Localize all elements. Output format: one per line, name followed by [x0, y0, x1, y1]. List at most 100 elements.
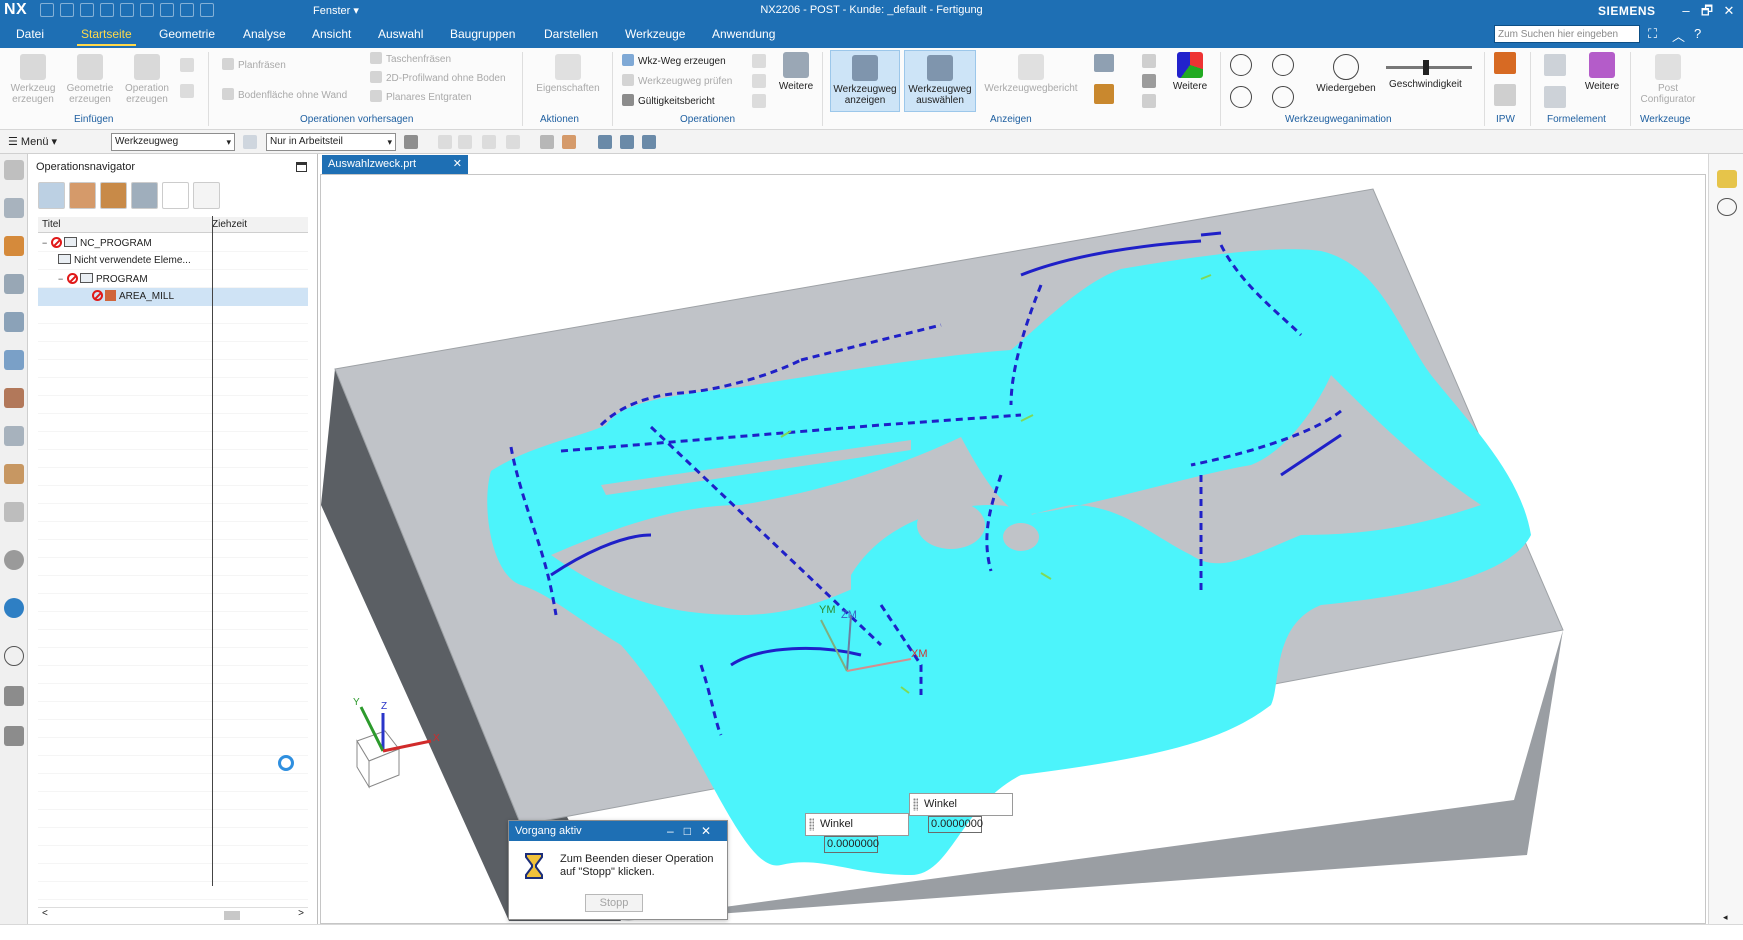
snap-icon[interactable]: [482, 135, 496, 149]
pocket-milling-button[interactable]: Taschenfräsen: [370, 52, 451, 66]
repeat-command-icon[interactable]: [140, 3, 154, 17]
operation-navigator-icon[interactable]: [4, 312, 24, 332]
feature-icon[interactable]: [1544, 86, 1566, 108]
undo-icon[interactable]: [60, 3, 74, 17]
menu-button[interactable]: ☰ Menü ▾: [8, 135, 57, 148]
stop-button[interactable]: Stopp: [585, 894, 643, 912]
tab-startseite[interactable]: Startseite: [77, 27, 136, 46]
window-icon[interactable]: [200, 3, 214, 17]
program-order-view-icon[interactable]: [38, 182, 65, 209]
ops-extra-icon[interactable]: [752, 54, 766, 68]
pause-icon[interactable]: [1272, 54, 1294, 76]
scroll-thumb[interactable]: [224, 911, 240, 920]
create-geometry-button[interactable]: Geometrie erzeugen: [62, 54, 118, 105]
command-search-input[interactable]: Zum Suchen hier eingeben: [1494, 25, 1640, 43]
minimize-button[interactable]: –: [1677, 2, 1695, 20]
machine-tool-navigator-icon[interactable]: [4, 350, 24, 370]
winkel-value-field[interactable]: 0.0000000: [824, 836, 879, 853]
delete-icon[interactable]: [193, 182, 220, 209]
verify-toolpath-button[interactable]: Werkzeugweg prüfen: [622, 74, 732, 88]
winkel-handle-input-1[interactable]: Winkel0.0000000: [909, 793, 1013, 833]
close-button[interactable]: ✕: [1720, 2, 1738, 20]
validity-report-button[interactable]: Gültigkeitsbericht: [622, 94, 715, 108]
navigator-horizontal-scrollbar[interactable]: < >: [38, 907, 308, 921]
machine-tool-view-icon[interactable]: [69, 182, 96, 209]
tab-anwendung[interactable]: Anwendung: [712, 27, 775, 41]
close-document-icon[interactable]: ✕: [453, 155, 462, 174]
selection-intent-icon[interactable]: [404, 135, 418, 149]
window-menu[interactable]: Fenster ▾: [313, 4, 359, 17]
history-icon[interactable]: [4, 550, 24, 570]
hidden-eye-icon[interactable]: [1717, 198, 1737, 216]
show-toolpath-small-icon[interactable]: [598, 135, 612, 149]
feature-icon[interactable]: [1544, 54, 1566, 76]
tree-row-area-mill[interactable]: AREA_MILL: [38, 288, 308, 306]
microphone-icon[interactable]: [160, 3, 174, 17]
generate-toolpath-button[interactable]: Wkz-Weg erzeugen: [622, 54, 726, 68]
properties-button[interactable]: Eigenschaften: [532, 54, 604, 94]
tab-ansicht[interactable]: Ansicht: [312, 27, 351, 41]
graphics-window[interactable]: YM ZM XM Y Z X Winkel0.0000000 Winkel0.0…: [320, 174, 1706, 924]
hd3d-icon[interactable]: [4, 426, 24, 446]
display-more-button[interactable]: Weitere: [1168, 52, 1212, 92]
scroll-right-arrow[interactable]: >: [298, 908, 304, 919]
jump-end-icon[interactable]: [1272, 86, 1294, 108]
tab-baugruppen[interactable]: Baugruppen: [450, 27, 515, 41]
tool-holder-icon[interactable]: [1094, 84, 1114, 104]
planar-deburr-button[interactable]: Planares Entgraten: [370, 90, 472, 104]
column-title[interactable]: Titel: [42, 219, 61, 230]
move-up-icon[interactable]: [1142, 54, 1156, 68]
type-filter-dropdown[interactable]: Werkzeugweg: [111, 133, 235, 151]
assembly-navigator-icon[interactable]: [4, 198, 24, 218]
create-tool-button[interactable]: Werkzeug erzeugen: [6, 54, 60, 105]
dialog-window-controls[interactable]: –□✕: [667, 821, 721, 841]
shaded-icon[interactable]: [562, 135, 576, 149]
tab-datei[interactable]: Datei: [16, 27, 44, 41]
ops-extra-icon[interactable]: [752, 94, 766, 108]
role-icon[interactable]: [4, 726, 24, 746]
tree-row-nc-program[interactable]: − NC_PROGRAM: [42, 234, 282, 252]
redo-icon[interactable]: [80, 3, 94, 17]
tab-darstellen[interactable]: Darstellen: [544, 27, 598, 41]
machining-method-view-icon[interactable]: [131, 182, 158, 209]
filter-icon[interactable]: [243, 135, 257, 149]
profile-wall-button[interactable]: 2D-Profilwand ohne Boden: [370, 71, 506, 85]
speed-slider-thumb[interactable]: [1423, 60, 1429, 75]
part-model-view[interactable]: YM ZM XM Y Z X: [321, 175, 1706, 924]
winkel-value-field[interactable]: 0.0000000: [928, 816, 983, 833]
jump-start-icon[interactable]: [1230, 86, 1252, 108]
view-cube-icon[interactable]: [540, 135, 554, 149]
speed-slider-track[interactable]: [1386, 66, 1472, 69]
reuse-library-icon[interactable]: [4, 388, 24, 408]
operations-more-button[interactable]: Weitere: [774, 52, 818, 92]
copy-icon[interactable]: [100, 3, 114, 17]
snap-icon[interactable]: [506, 135, 520, 149]
collapse-ribbon-icon[interactable]: ︿: [1672, 26, 1685, 45]
fullscreen-icon[interactable]: ⛶: [1648, 26, 1657, 42]
winkel-handle-input-2[interactable]: Winkel0.0000000: [805, 813, 909, 853]
tree-row-program[interactable]: − PROGRAM: [58, 270, 282, 288]
face-milling-button[interactable]: Planfräsen: [222, 58, 286, 72]
geometry-view-icon[interactable]: [100, 182, 127, 209]
globe-icon[interactable]: [4, 598, 24, 618]
drag-grip-icon[interactable]: [809, 818, 814, 831]
eye-icon[interactable]: [620, 135, 634, 149]
drag-grip-icon[interactable]: [913, 798, 918, 811]
clock-icon[interactable]: [4, 646, 24, 666]
feature-more-button[interactable]: Weitere: [1580, 52, 1624, 92]
maximize-panel-icon[interactable]: [296, 162, 307, 172]
column-toolpath-time[interactable]: Ziehzeit: [212, 219, 247, 230]
display-cutter-icon[interactable]: [1094, 54, 1114, 72]
column-divider[interactable]: [212, 216, 213, 886]
paste-icon[interactable]: [120, 3, 134, 17]
hide-icon[interactable]: [642, 135, 656, 149]
help-icon[interactable]: ?: [1694, 26, 1701, 41]
tools-icon[interactable]: [4, 686, 24, 706]
create-new-icon[interactable]: [162, 182, 189, 209]
floor-no-wall-button[interactable]: Bodenfläche ohne Wand: [222, 88, 347, 102]
tab-werkzeuge[interactable]: Werkzeuge: [625, 27, 685, 41]
layer-icon[interactable]: [1142, 74, 1156, 88]
post-configurator-button[interactable]: Post Configurator: [1636, 54, 1700, 105]
touch-mode-icon[interactable]: [180, 3, 194, 17]
highlight-star-icon[interactable]: [1717, 170, 1737, 188]
